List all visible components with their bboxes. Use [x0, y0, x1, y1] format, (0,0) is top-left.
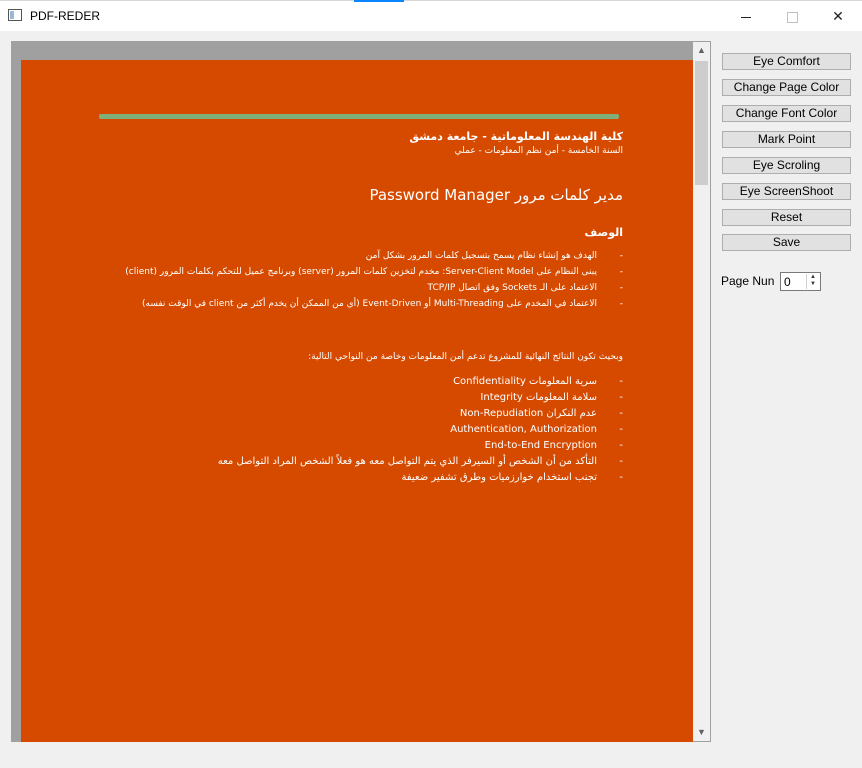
maximize-icon — [786, 11, 798, 23]
close-icon: ✕ — [832, 8, 844, 24]
university-line: كلية الهندسة المعلوماتية - جامعة دمشق — [409, 130, 623, 143]
mark-point-button[interactable]: Mark Point — [722, 131, 851, 148]
list-item: يبنى النظام على Server-Client Model: مخد… — [81, 264, 623, 280]
scroll-down-arrow-icon[interactable]: ▼ — [693, 724, 710, 741]
year-line: السنة الخامسة - أمن نظم المعلومات - عملي — [454, 146, 623, 156]
header-divider — [99, 114, 619, 119]
change-font-color-button[interactable]: Change Font Color — [722, 105, 851, 122]
eye-screenshot-button[interactable]: Eye ScreenShoot — [722, 183, 851, 200]
pdf-page: كلية الهندسة المعلوماتية - جامعة دمشق ال… — [21, 60, 693, 742]
eye-scrolling-button[interactable]: Eye Scroling — [722, 157, 851, 174]
list-item: التأكد من أن الشخص أو السيرفر الذي يتم ا… — [81, 454, 623, 470]
minimize-button[interactable] — [723, 1, 769, 31]
description-list: الهدف هو إنشاء نظام يسمح بتسجيل كلمات ال… — [81, 248, 623, 312]
app-icon — [8, 9, 22, 21]
list-item: عدم النكران Non-Repudiation — [81, 406, 623, 422]
page-number-spinbox[interactable]: 0 ▲ ▼ — [780, 272, 821, 291]
scrollbar-thumb[interactable] — [695, 61, 708, 185]
pdf-viewer[interactable]: كلية الهندسة المعلوماتية - جامعة دمشق ال… — [11, 41, 711, 742]
reset-button[interactable]: Reset — [722, 209, 851, 226]
spinbox-arrows: ▲ ▼ — [806, 274, 819, 289]
change-page-color-button[interactable]: Change Page Color — [722, 79, 851, 96]
maximize-button[interactable] — [769, 1, 815, 31]
list-item: سلامة المعلومات Integrity — [81, 390, 623, 406]
document-title: مدير كلمات مرور Password Manager — [369, 186, 623, 204]
list-item: سرية المعلومات Confidentiality — [81, 374, 623, 390]
list-item: الاعتماد في المخدم على Multi-Threading أ… — [81, 296, 623, 312]
list-item: الهدف هو إنشاء نظام يسمح بتسجيل كلمات ال… — [81, 248, 623, 264]
title-bar-accent — [354, 0, 404, 2]
scroll-up-arrow-icon[interactable]: ▲ — [693, 42, 710, 59]
close-button[interactable]: ✕ — [815, 1, 861, 31]
vertical-scrollbar[interactable]: ▲ ▼ — [693, 42, 710, 741]
page-number-value[interactable]: 0 — [784, 275, 791, 289]
list-item: الاعتماد على الـ Sockets وفق اتصال TCP/I… — [81, 280, 623, 296]
page-number-label: Page Nun — [721, 274, 775, 288]
eye-comfort-button[interactable]: Eye Comfort — [722, 53, 851, 70]
summary-paragraph: وبحيث تكون النتائج النهائية للمشروع تدعم… — [308, 352, 623, 362]
list-item: End-to-End Encryption — [81, 438, 623, 454]
spin-down-icon[interactable]: ▼ — [807, 281, 819, 288]
section-heading: الوصف — [584, 226, 623, 239]
title-bar: PDF-REDER ✕ — [0, 0, 862, 31]
save-button[interactable]: Save — [722, 234, 851, 251]
list-item: Authentication, Authorization — [81, 422, 623, 438]
minimize-icon — [741, 16, 751, 18]
list-item: تجنب استخدام خوارزميات وطرق تشفير ضعيفة — [81, 470, 623, 486]
security-points-list: سرية المعلومات Confidentiality سلامة الم… — [81, 374, 623, 486]
window-title: PDF-REDER — [30, 9, 101, 23]
spin-up-icon[interactable]: ▲ — [807, 274, 819, 281]
